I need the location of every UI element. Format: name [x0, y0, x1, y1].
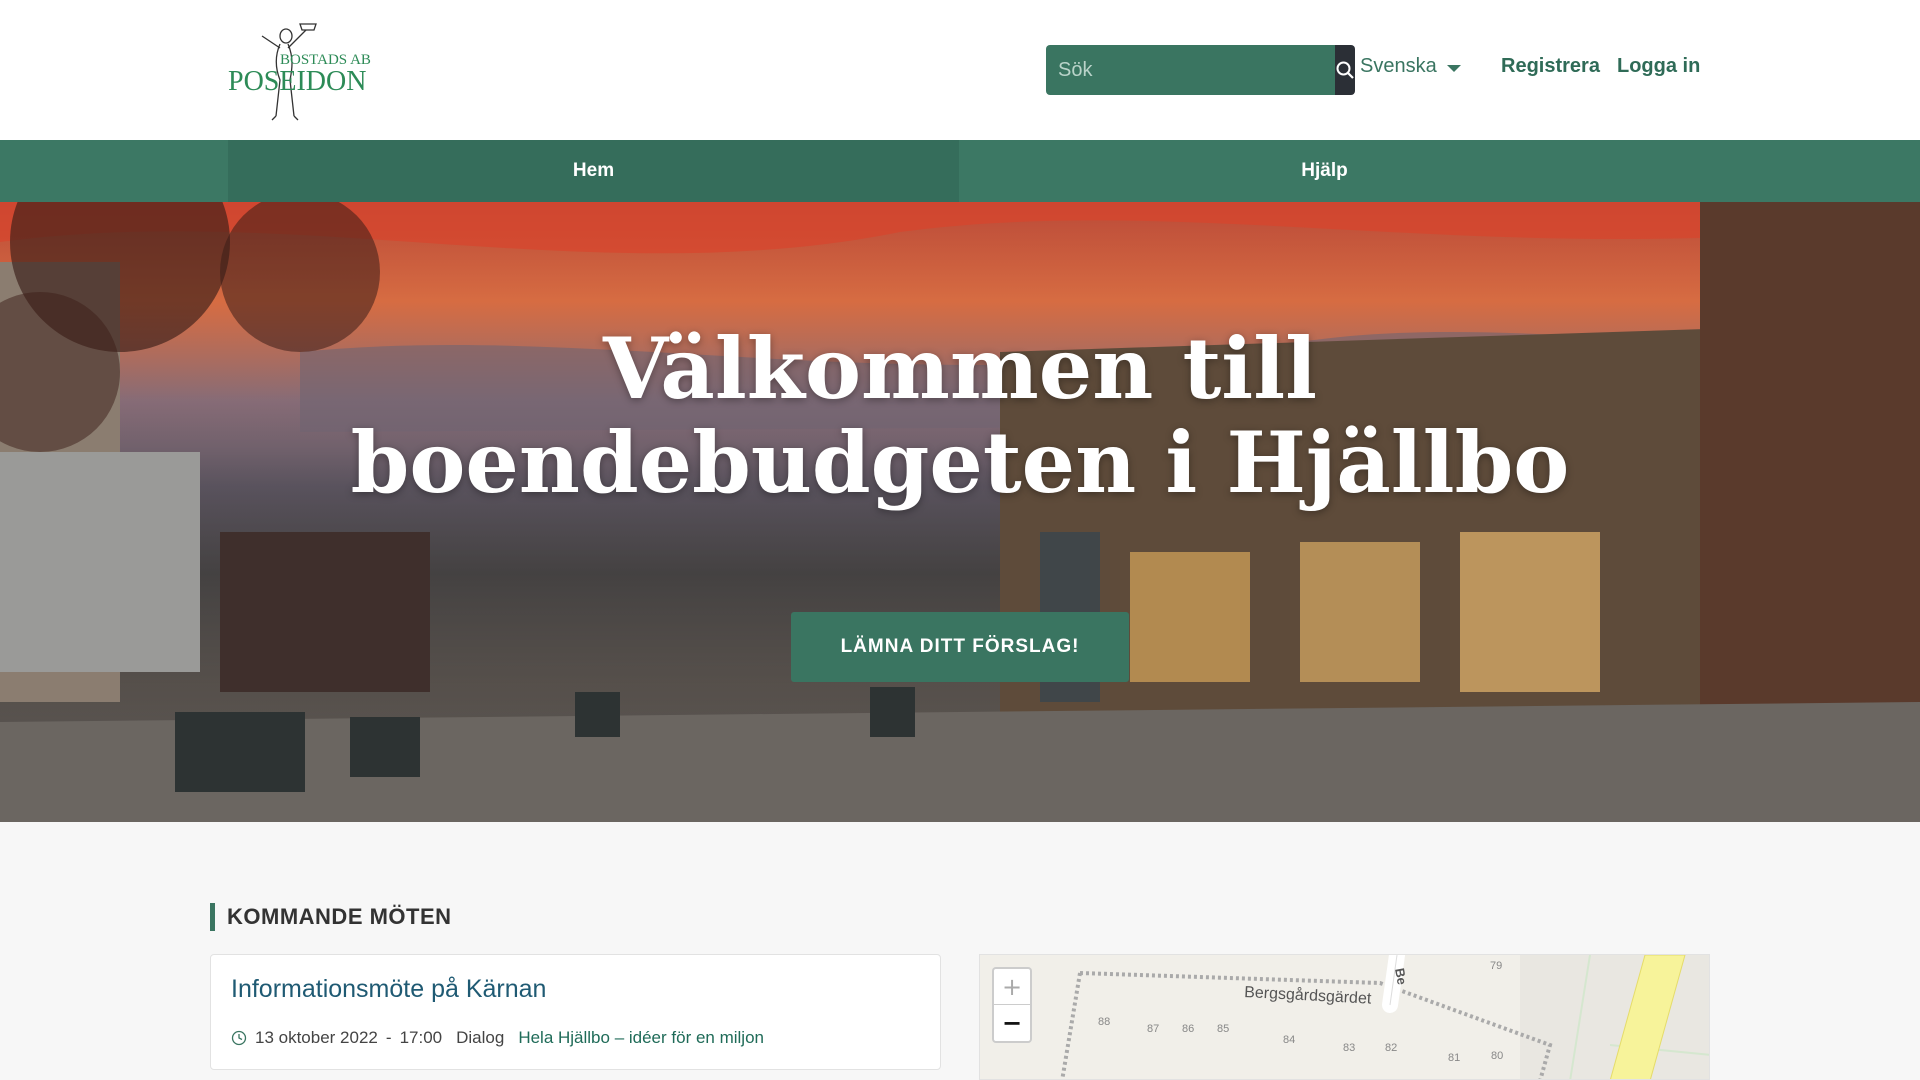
map-number: 85 [1217, 1023, 1229, 1035]
language-selector[interactable]: Svenska [1360, 55, 1461, 78]
map-number: 88 [1098, 1016, 1110, 1028]
map-number: 84 [1283, 1034, 1295, 1046]
section-heading-meetings: KOMMANDE MÖTEN [210, 903, 452, 931]
hero-title-line1: Välkommen till [602, 319, 1318, 418]
map-number: 86 [1182, 1023, 1194, 1035]
nav-item-label: Hem [572, 160, 615, 181]
map-number: 80 [1491, 1050, 1503, 1062]
zoom-in-button[interactable]: + [994, 969, 1030, 1005]
logo-line2: POSEIDON [228, 66, 366, 97]
map-number: 87 [1147, 1023, 1159, 1035]
chevron-down-icon [1446, 64, 1461, 72]
meeting-date: 13 oktober 2022 [255, 1028, 378, 1047]
map-number: 81 [1448, 1052, 1460, 1064]
clock-icon [231, 1030, 247, 1046]
nav-item-hem[interactable]: Hem [228, 140, 959, 202]
map-number: 82 [1385, 1042, 1397, 1054]
map-street-vertical-label: Be [1392, 967, 1410, 986]
meeting-process-link[interactable]: Hela Hjällbo – idéer för en miljon [518, 1028, 764, 1048]
meeting-separator: - [385, 1028, 392, 1047]
map-number: 79 [1490, 960, 1502, 972]
zoom-out-button[interactable]: − [994, 1005, 1030, 1041]
login-link[interactable]: Logga in [1617, 55, 1700, 78]
meeting-meta: 13 oktober 2022 - 17:00 Dialog Hela Hjäl… [231, 1028, 764, 1048]
map-widget[interactable]: Bergsgårdsgärdet Be 79 88 87 86 85 84 83… [979, 954, 1710, 1080]
register-link[interactable]: Registrera [1501, 55, 1600, 78]
meeting-type: Dialog [456, 1028, 505, 1047]
meeting-time: 17:00 [399, 1028, 443, 1047]
hero-background-image [0, 202, 1920, 822]
language-label: Svenska [1360, 55, 1437, 77]
poseidon-logo[interactable]: BOSTADS AB POSEIDON [228, 18, 378, 122]
hero-title-line2: boendebudgeten i Hjällbo [350, 413, 1570, 512]
meeting-title[interactable]: Informationsmöte på Kärnan [231, 975, 546, 1004]
map-number: 83 [1343, 1042, 1355, 1054]
search-input[interactable] [1046, 45, 1335, 95]
site-header: BOSTADS AB POSEIDON Svenska Registrera L… [0, 0, 1920, 140]
map-zoom-controls: + − [992, 967, 1032, 1043]
search-button[interactable] [1335, 45, 1355, 95]
nav-item-hjalp[interactable]: Hjälp [959, 140, 1690, 202]
meeting-card[interactable]: Informationsmöte på Kärnan 13 oktober 20… [210, 954, 941, 1070]
submit-proposal-button[interactable]: LÄMNA DITT FÖRSLAG! [791, 612, 1129, 682]
search-form [1046, 45, 1355, 95]
hero-title: Välkommen till boendebudgeten i Hjällbo [0, 322, 1920, 510]
logo-graphic: BOSTADS AB POSEIDON [228, 23, 371, 121]
map-canvas: Bergsgårdsgärdet Be 79 88 87 86 85 84 83… [980, 955, 1709, 1079]
nav-item-label: Hjälp [1301, 160, 1348, 181]
main-nav: Hem Hjälp [0, 140, 1920, 202]
search-icon [1336, 61, 1354, 79]
hero-banner: Välkommen till boendebudgeten i Hjällbo … [0, 202, 1920, 822]
